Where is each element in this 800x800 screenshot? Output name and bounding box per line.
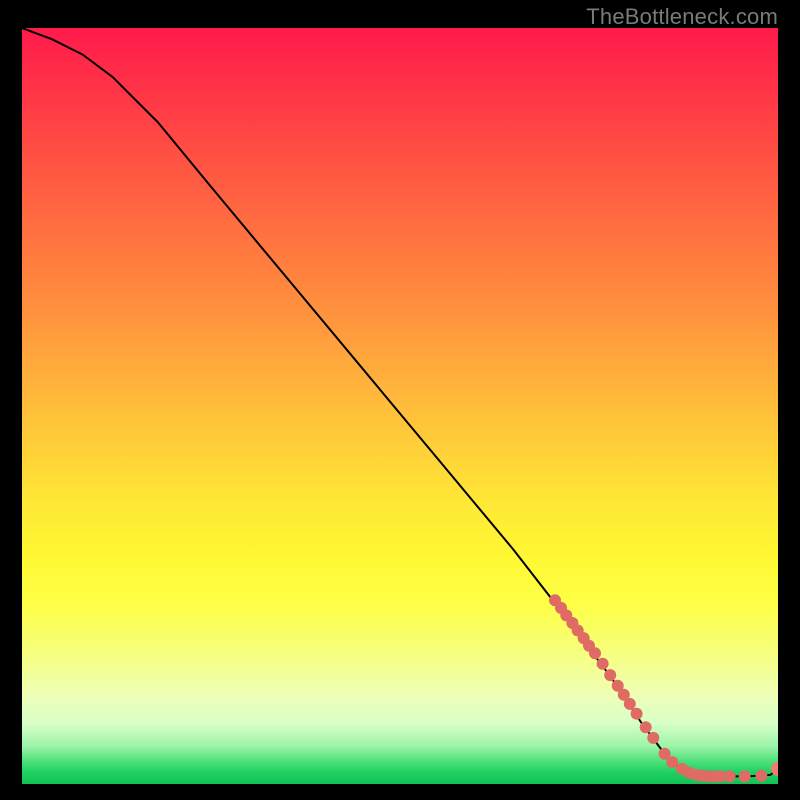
data-point-dot (640, 721, 652, 733)
data-point-dot (739, 770, 751, 782)
data-point-dot (604, 669, 616, 681)
watermark-text: TheBottleneck.com (586, 4, 778, 30)
plot-area (22, 28, 778, 784)
data-point-dot (597, 658, 609, 670)
data-point-dot (666, 756, 678, 768)
chart-svg-overlay (22, 28, 778, 784)
chart-frame: TheBottleneck.com (0, 0, 800, 800)
data-point-dot (631, 708, 643, 720)
data-point-dot (624, 698, 636, 710)
data-point-dot (755, 770, 767, 782)
data-point-dot (724, 770, 736, 782)
data-point-cluster (549, 594, 767, 782)
bottleneck-curve (22, 28, 778, 776)
data-point-dot (647, 732, 659, 744)
data-point-dot (589, 647, 601, 659)
